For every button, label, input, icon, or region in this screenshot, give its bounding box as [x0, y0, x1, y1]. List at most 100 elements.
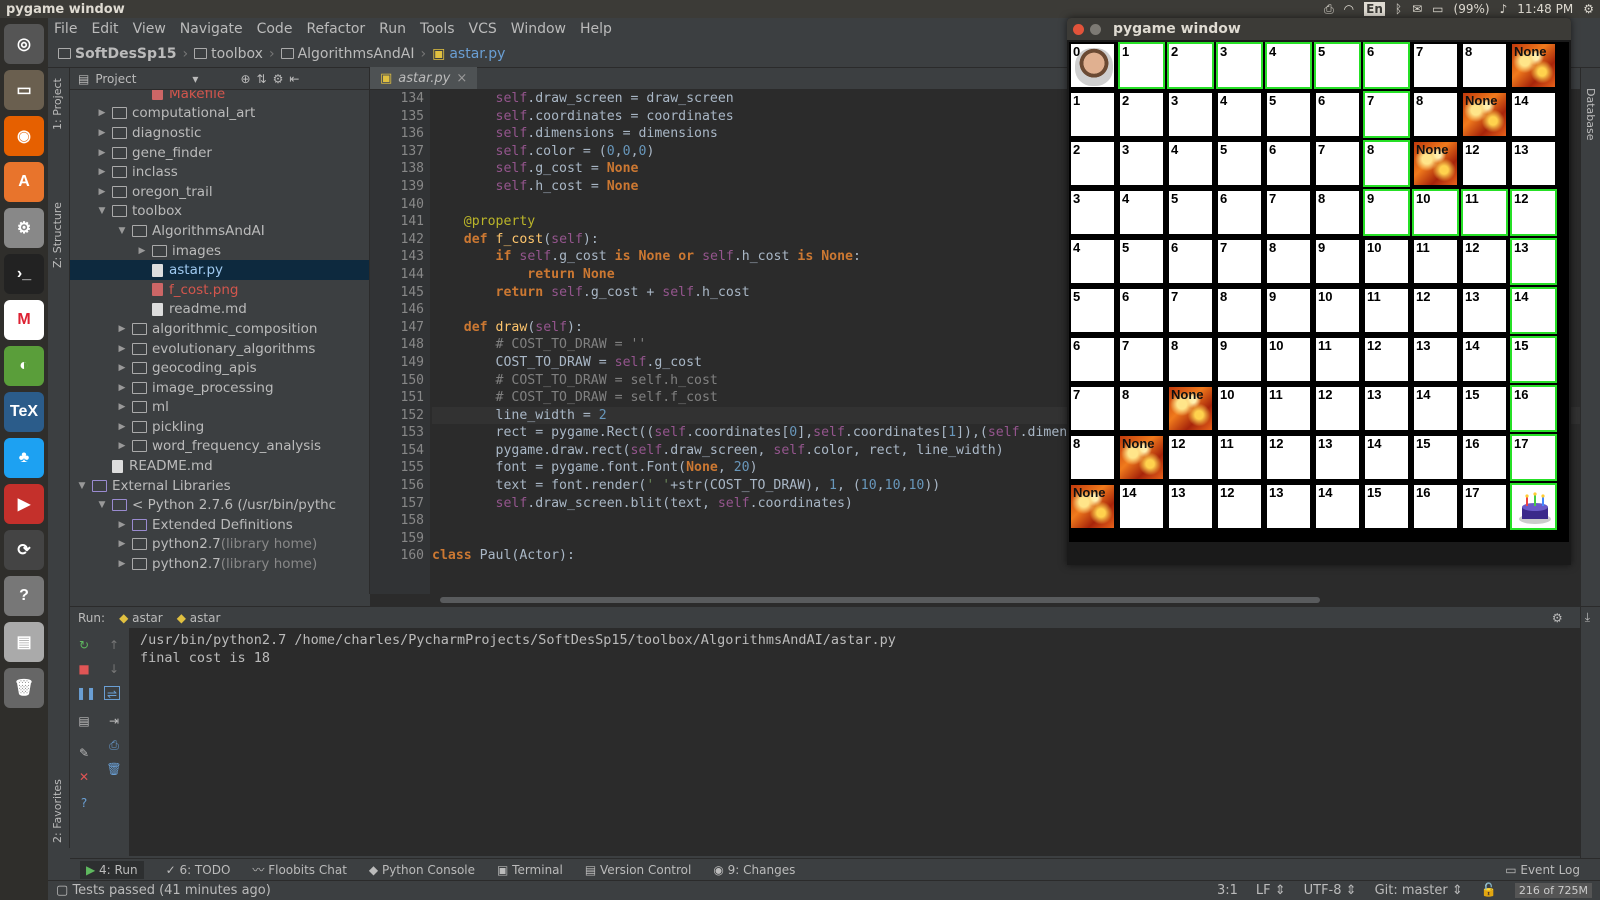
menu-vcs[interactable]: VCS: [469, 21, 497, 37]
grid-cell[interactable]: 8: [1265, 238, 1312, 285]
grid-cell[interactable]: 17: [1510, 434, 1557, 481]
grid-cell[interactable]: 12: [1510, 189, 1557, 236]
files-icon[interactable]: ▭: [4, 70, 44, 110]
grid-cell[interactable]: 5: [1069, 287, 1116, 334]
print-icon[interactable]: ⎙: [106, 738, 122, 752]
bottom-tab-6[interactable]: ◉ 9: Changes: [713, 863, 795, 877]
grid-cell[interactable]: 13: [1265, 483, 1312, 530]
expand-arrow-icon[interactable]: ▶: [116, 559, 128, 569]
expand-arrow-icon[interactable]: ▼: [96, 206, 108, 216]
line-separator[interactable]: LF ⇕: [1256, 883, 1286, 898]
grid-cell[interactable]: 15: [1363, 483, 1410, 530]
lava-cell[interactable]: None: [1069, 483, 1116, 530]
software-center-icon[interactable]: A: [4, 162, 44, 202]
grid-cell[interactable]: 2: [1118, 91, 1165, 138]
clock[interactable]: 11:48 PM: [1517, 2, 1573, 16]
collapse-icon[interactable]: ⇅: [257, 72, 267, 86]
grid-cell[interactable]: 13: [1510, 238, 1557, 285]
stop-icon[interactable]: ■: [76, 662, 92, 676]
help-icon[interactable]: ?: [76, 796, 92, 810]
grid-cell[interactable]: 9: [1216, 336, 1263, 383]
grid-cell[interactable]: 12: [1314, 385, 1361, 432]
file-encoding[interactable]: UTF-8 ⇕: [1304, 883, 1357, 898]
grid-cell[interactable]: 3: [1167, 91, 1214, 138]
grid-cell[interactable]: 16: [1412, 483, 1459, 530]
hide-panel-icon[interactable]: ⤓: [1585, 610, 1590, 625]
grid-cell[interactable]: 11: [1314, 336, 1361, 383]
tree-item[interactable]: f_cost.png: [70, 280, 369, 300]
dash-icon[interactable]: ◎: [4, 24, 44, 64]
close-window-button[interactable]: [1073, 23, 1084, 35]
menu-run[interactable]: Run: [379, 21, 406, 37]
tree-item[interactable]: ▼ AlgorithmsAndAI: [70, 221, 369, 241]
grid-cell[interactable]: 6: [1118, 287, 1165, 334]
grid-cell[interactable]: 9: [1265, 287, 1312, 334]
lava-cell[interactable]: None: [1167, 385, 1214, 432]
tree-item[interactable]: ▼ < Python 2.7.6 (/usr/bin/pythc: [70, 495, 369, 515]
grid-cell[interactable]: 6: [1167, 238, 1214, 285]
grid-cell[interactable]: 15: [1510, 336, 1557, 383]
sync-icon[interactable]: ⊕: [240, 72, 250, 86]
breadcrumb-algorithms[interactable]: AlgorithmsAndAI: [280, 46, 414, 62]
grid-cell[interactable]: 10: [1412, 189, 1459, 236]
pygame-title-bar[interactable]: pygame window: [1067, 18, 1571, 40]
expand-arrow-icon[interactable]: ▼: [76, 481, 88, 491]
grid-cell[interactable]: 5: [1118, 238, 1165, 285]
grid-cell[interactable]: 15: [1461, 385, 1508, 432]
minimize-window-button[interactable]: [1090, 23, 1101, 35]
grid-cell[interactable]: 13: [1314, 434, 1361, 481]
lock-icon[interactable]: 🔓: [1481, 883, 1497, 898]
pygame-window[interactable]: pygame window 0 1 2 3 4 5 6 7 8 None 1 2 3 4 5 6 7 8 None 1…: [1067, 18, 1571, 565]
grid-cell[interactable]: 12: [1461, 140, 1508, 187]
tree-item[interactable]: ▶ images: [70, 241, 369, 261]
tree-item[interactable]: ▶ python2.7 (library home): [70, 535, 369, 555]
grid-cell[interactable]: 8: [1216, 287, 1263, 334]
expand-arrow-icon[interactable]: ▶: [116, 344, 128, 354]
grid-cell[interactable]: 5: [1167, 189, 1214, 236]
grid-cell[interactable]: 7: [1412, 42, 1459, 89]
grid-cell[interactable]: 3: [1069, 189, 1116, 236]
grid-cell[interactable]: 4: [1167, 140, 1214, 187]
tree-item[interactable]: ▶ pickling: [70, 417, 369, 437]
editor-tab-astar[interactable]: ▣ astar.py ×: [370, 67, 478, 89]
grid-cell[interactable]: 6: [1265, 140, 1312, 187]
browser-icon[interactable]: ◐: [4, 346, 44, 386]
horizontal-scrollbar[interactable]: [370, 594, 1580, 606]
tree-item[interactable]: ▶ inclass: [70, 162, 369, 182]
grid-cell[interactable]: 8: [1167, 336, 1214, 383]
battery-icon[interactable]: ▭: [1432, 2, 1443, 16]
tree-item[interactable]: readme.md: [70, 300, 369, 320]
grid-cell[interactable]: 4: [1265, 42, 1312, 89]
expand-arrow-icon[interactable]: ▼: [96, 500, 108, 510]
grid-cell[interactable]: 12: [1265, 434, 1312, 481]
close-icon[interactable]: ✕: [76, 770, 92, 784]
grid-cell[interactable]: 14: [1412, 385, 1459, 432]
grid-cell[interactable]: 15: [1412, 434, 1459, 481]
tab-database[interactable]: Database: [1584, 88, 1597, 141]
menu-code[interactable]: Code: [257, 21, 293, 37]
tree-item[interactable]: ▶ computational_art: [70, 104, 369, 124]
close-icon[interactable]: ×: [456, 71, 467, 86]
expand-arrow-icon[interactable]: ▶: [136, 246, 148, 256]
hide-icon[interactable]: ⇤: [289, 72, 299, 86]
tree-item[interactable]: Makefile: [70, 90, 369, 104]
expand-arrow-icon[interactable]: ▶: [116, 324, 128, 334]
scroll-thumb[interactable]: [440, 597, 1320, 603]
up-arrow-icon[interactable]: ↑: [106, 638, 122, 652]
grid-cell[interactable]: 1: [1118, 42, 1165, 89]
grid-cell[interactable]: 14: [1510, 287, 1557, 334]
grid-cell[interactable]: 6: [1314, 91, 1361, 138]
grid-cell[interactable]: 12: [1412, 287, 1459, 334]
updater-icon[interactable]: ⟳: [4, 530, 44, 570]
grid-cell[interactable]: 13: [1461, 287, 1508, 334]
cursor-position[interactable]: 3:1: [1217, 883, 1238, 898]
grid-cell[interactable]: 2: [1069, 140, 1116, 187]
grid-cell[interactable]: 11: [1461, 189, 1508, 236]
grid-cell[interactable]: 2: [1167, 42, 1214, 89]
event-log[interactable]: ▭ Event Log: [1505, 863, 1580, 877]
settings-icon[interactable]: ⚙: [4, 208, 44, 248]
grid-cell[interactable]: 13: [1412, 336, 1459, 383]
grid-cell[interactable]: 14: [1510, 91, 1557, 138]
run-console[interactable]: /usr/bin/python2.7 /home/charles/Pycharm…: [130, 628, 1580, 856]
bottom-tab-3[interactable]: ◆ Python Console: [369, 863, 475, 877]
